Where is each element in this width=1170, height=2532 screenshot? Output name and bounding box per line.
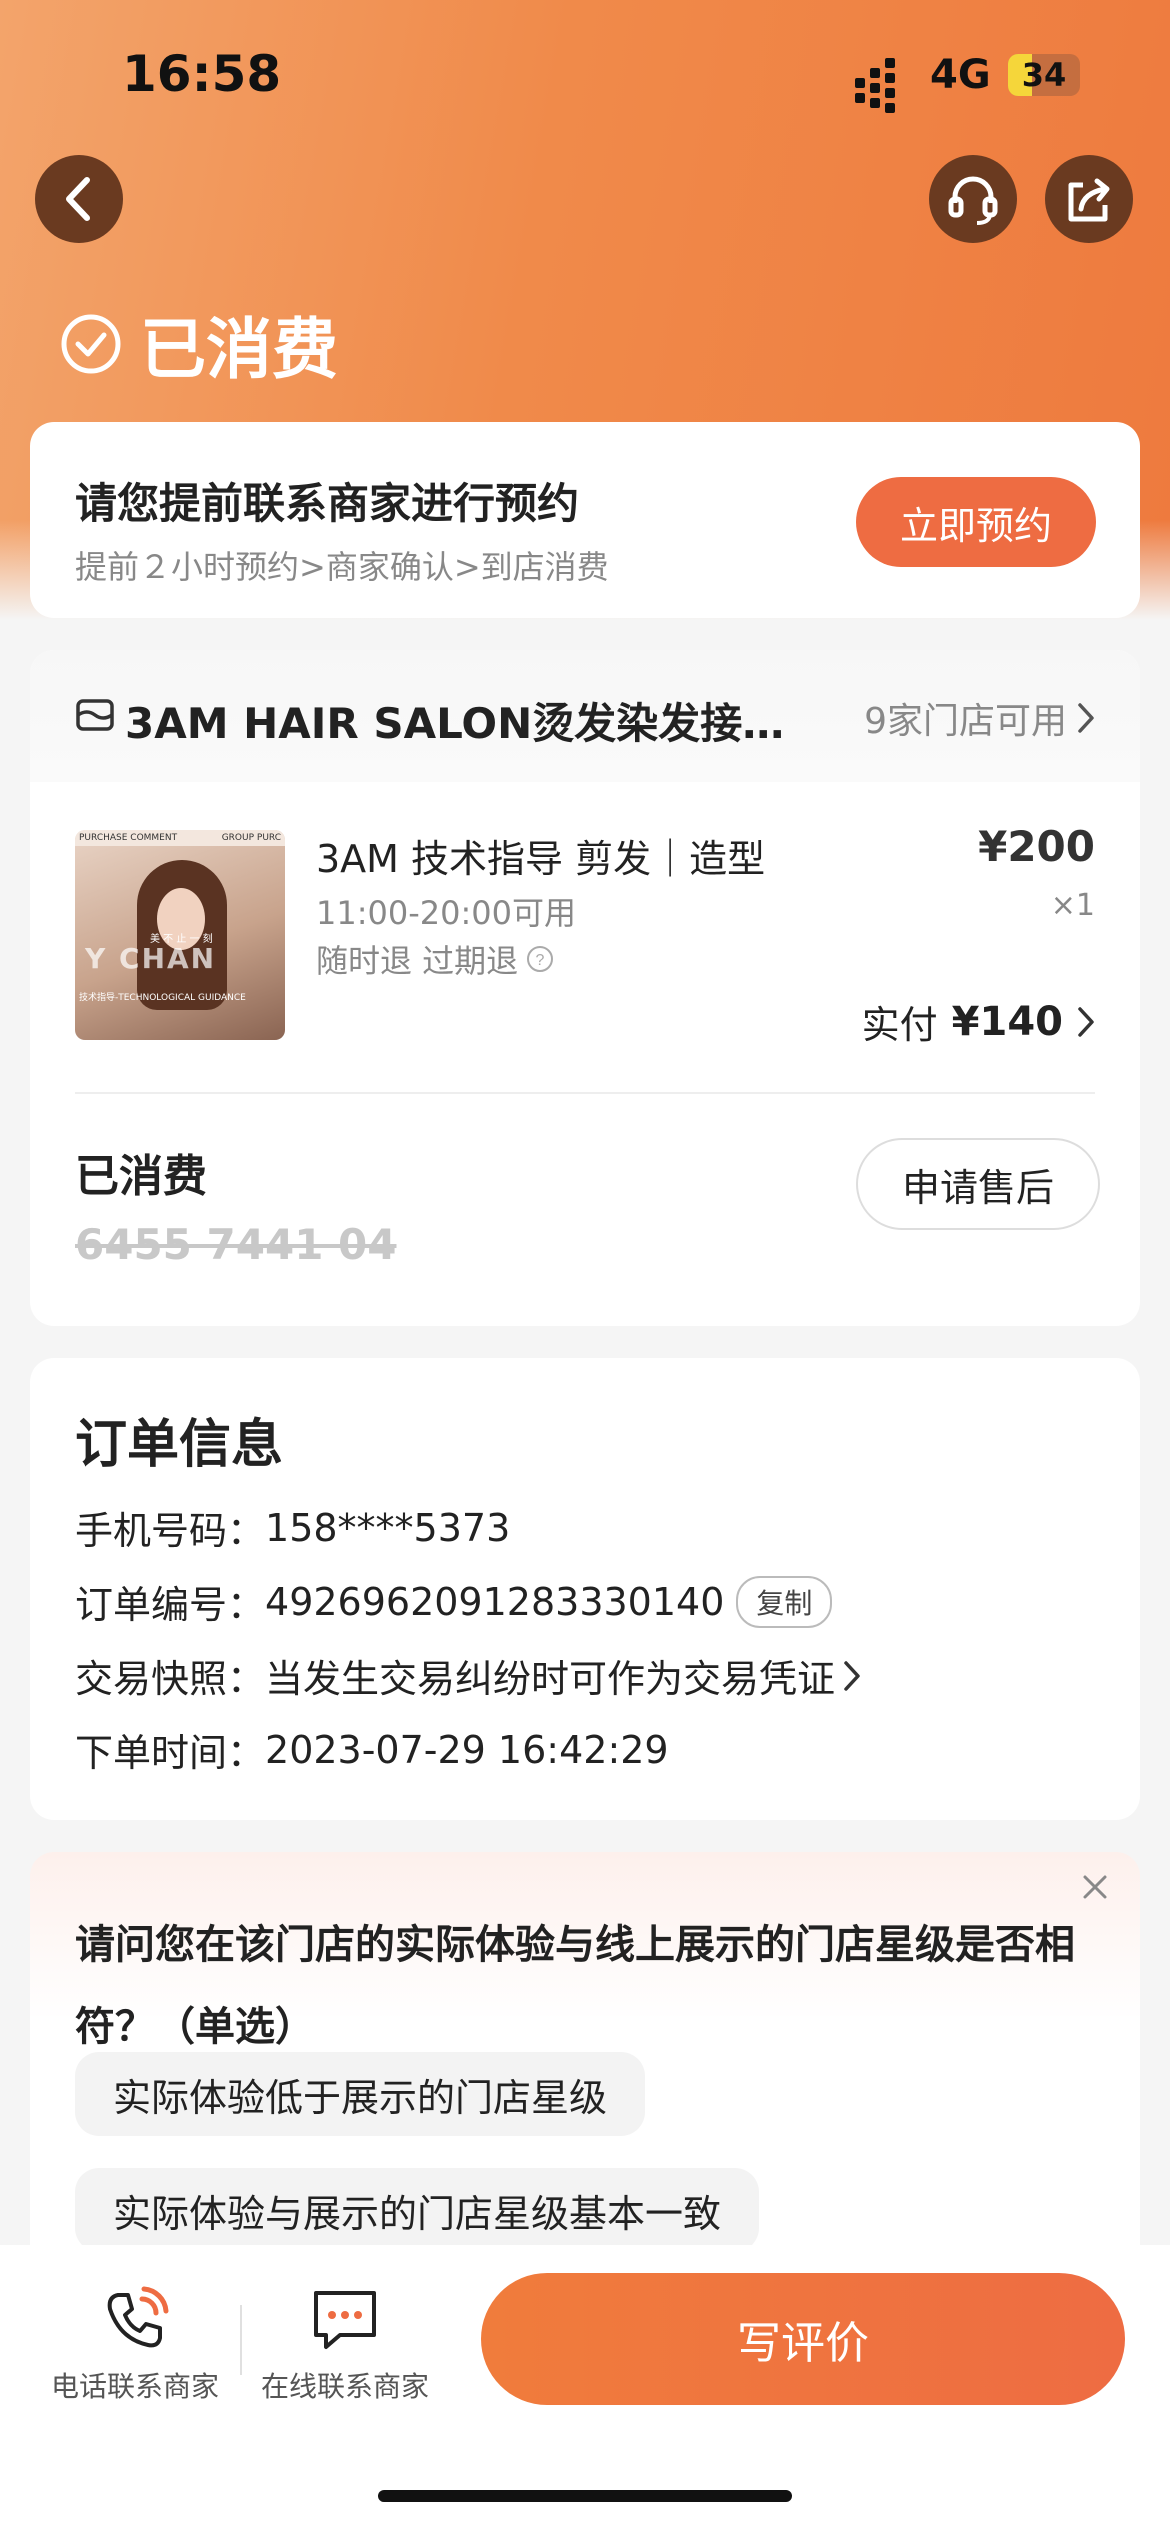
product-price: ¥200	[978, 822, 1095, 871]
paid-label: 实付	[861, 1003, 938, 1047]
share-button[interactable]	[1045, 155, 1133, 243]
consumed-label: 已消费	[75, 1151, 207, 1202]
after-sale-button[interactable]: 申请售后	[856, 1138, 1100, 1230]
thumb-text-big: Y CHAN	[85, 942, 217, 975]
help-icon: ?	[527, 946, 554, 972]
home-indicator	[378, 2490, 792, 2502]
snapshot-value: 当发生交易纠纷时可作为交易凭证	[265, 1657, 836, 1701]
shop-icon	[76, 699, 114, 731]
booking-card: 请您提前联系商家进行预约 提前２小时预约>商家确认>到店消费 立即预约	[30, 422, 1140, 618]
order-number-row: 订单编号： 4926962091283330140 复制	[75, 1574, 833, 1629]
shop-name[interactable]: 3AM HAIR SALON烫发染发接…	[125, 690, 784, 751]
status-time: 16:58	[122, 45, 282, 103]
product-thumbnail[interactable]: PURCHASE COMMENT GROUP PURC Y CHAN 美 不 止…	[75, 830, 285, 1040]
signal-icon	[855, 58, 895, 113]
write-review-button[interactable]: 写评价	[481, 2273, 1125, 2405]
divider	[240, 2305, 242, 2375]
battery-level: 34	[1021, 56, 1067, 94]
network-label: 4G	[930, 52, 991, 98]
close-icon[interactable]	[1080, 1872, 1110, 1902]
survey-question: 请问您在该门店的实际体验与线上展示的门店星级是否相符？（单选）	[75, 1922, 1075, 2050]
back-button[interactable]	[35, 155, 123, 243]
order-time-value: 2023-07-29 16:42:29	[265, 1727, 669, 1772]
store-count-link[interactable]: 9家门店可用	[864, 692, 1095, 744]
order-time-row: 下单时间： 2023-07-29 16:42:29	[75, 1722, 669, 1777]
chevron-right-icon	[1078, 703, 1094, 733]
share-icon	[1068, 178, 1110, 222]
product-hours: 11:00-20:00可用	[316, 894, 576, 932]
product-quantity: ×1	[1050, 888, 1095, 923]
order-status-label: 已消费	[140, 311, 338, 388]
coupon-code: 6455 7441 04	[75, 1220, 397, 1269]
refund-policy[interactable]: 随时退 过期退 ?	[316, 936, 554, 982]
paid-value: ¥140	[951, 998, 1063, 1045]
thumb-text-right: GROUP PURC	[221, 833, 281, 843]
survey-card: 请问您在该门店的实际体验与线上展示的门店星级是否相符？（单选） 实际体验低于展示…	[30, 1852, 1140, 2272]
phone-row: 手机号码： 158****5373	[75, 1500, 510, 1555]
chat-icon	[314, 2291, 376, 2349]
book-now-button[interactable]: 立即预约	[856, 477, 1096, 567]
paid-amount-row[interactable]: 实付 ¥140	[862, 994, 1095, 1049]
thumb-text-bottom: 技术指导-TECHNOLOGICAL GUIDANCE	[79, 993, 246, 1003]
back-icon	[66, 177, 90, 221]
booking-title: 请您提前联系商家进行预约	[75, 479, 580, 528]
order-status: 已消费	[60, 296, 338, 392]
headset-icon	[948, 176, 998, 225]
online-contact-button[interactable]: 在线联系商家	[250, 2285, 440, 2405]
thumb-text-mid: 美 不 止 一 刻	[150, 934, 213, 945]
order-time-label: 下单时间：	[75, 1731, 266, 1775]
bottom-action-bar: 电话联系商家 在线联系商家 写评价	[0, 2245, 1170, 2532]
phone-contact-button[interactable]: 电话联系商家	[40, 2285, 230, 2405]
refund-text: 随时退 过期退	[316, 942, 519, 980]
chevron-right-icon	[844, 1660, 860, 1691]
product-card: 3AM HAIR SALON烫发染发接… 9家门店可用 PURCHASE COM…	[30, 650, 1140, 1326]
chevron-right-icon	[1078, 1006, 1094, 1037]
phone-contact-label: 电话联系商家	[50, 2370, 219, 2403]
product-title[interactable]: 3AM 技术指导 剪发｜造型	[316, 828, 765, 883]
snapshot-row[interactable]: 交易快照： 当发生交易纠纷时可作为交易凭证	[75, 1648, 861, 1703]
thumb-text-left: PURCHASE COMMENT	[79, 833, 178, 843]
booking-steps: 提前２小时预约>商家确认>到店消费	[75, 548, 609, 586]
online-contact-label: 在线联系商家	[260, 2370, 429, 2403]
check-circle-icon	[61, 314, 121, 374]
phone-label: 手机号码：	[75, 1509, 266, 1553]
survey-option[interactable]: 实际体验与展示的门店星级基本一致	[75, 2168, 760, 2252]
customer-service-button[interactable]	[929, 155, 1017, 243]
phone-value: 158****5373	[265, 1505, 511, 1550]
divider	[75, 1092, 1095, 1094]
order-info-title: 订单信息	[75, 1415, 284, 1475]
survey-option[interactable]: 实际体验低于展示的门店星级	[75, 2052, 646, 2136]
svg-text:?: ?	[536, 952, 545, 969]
battery-icon: 34	[1008, 54, 1080, 96]
order-number-label: 订单编号：	[75, 1583, 266, 1627]
snapshot-label: 交易快照：	[75, 1657, 266, 1701]
store-count: 9家门店可用	[864, 701, 1067, 742]
order-info-card: 订单信息 手机号码： 158****5373 订单编号： 49269620912…	[30, 1358, 1140, 1820]
phone-icon	[107, 2286, 169, 2348]
order-number-value: 4926962091283330140	[265, 1579, 725, 1624]
copy-button[interactable]: 复制	[736, 1575, 833, 1628]
